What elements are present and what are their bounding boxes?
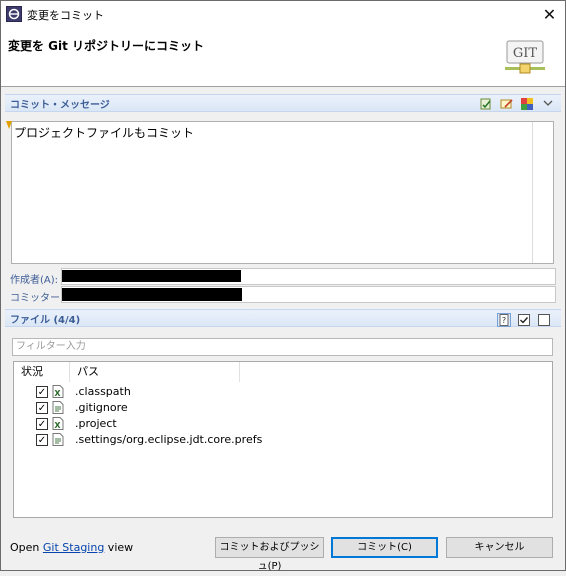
- commit-and-push-button[interactable]: コミットおよびプッシュ(P): [215, 537, 324, 572]
- close-icon: ✕: [542, 5, 557, 24]
- warning-marker-icon: [6, 121, 12, 131]
- file-name: .project: [75, 417, 117, 430]
- change-id-icon[interactable]: [520, 97, 534, 111]
- file-checkbox[interactable]: ✓: [36, 402, 48, 414]
- committer-redaction: [62, 288, 242, 301]
- column-header-status[interactable]: 状況: [14, 362, 70, 382]
- column-header-path[interactable]: パス: [70, 362, 240, 382]
- dialog-heading: 変更を Git リポジトリーにコミット: [8, 39, 205, 53]
- svg-text:X: X: [54, 421, 61, 430]
- amend-icon[interactable]: [500, 97, 514, 111]
- show-untracked-icon[interactable]: ?: [497, 313, 511, 327]
- file-name: .settings/org.eclipse.jdt.core.prefs: [75, 433, 263, 446]
- git-staging-link[interactable]: Git Staging: [43, 541, 104, 554]
- files-section-label: ファイル (4/4): [10, 315, 81, 326]
- table-row[interactable]: ✓ X .classpath: [14, 384, 552, 400]
- open-suffix: view: [104, 541, 134, 554]
- commit-message-textarea[interactable]: [11, 121, 554, 264]
- table-row[interactable]: ✓ .settings/org.eclipse.jdt.core.prefs: [14, 432, 552, 448]
- xml-file-icon: X: [52, 385, 64, 398]
- file-checkbox[interactable]: ✓: [36, 434, 48, 446]
- close-button[interactable]: ✕: [534, 1, 565, 28]
- text-file-icon: [52, 401, 64, 414]
- author-label: 作成者(A):: [10, 275, 59, 286]
- chevron-down-icon[interactable]: [541, 96, 555, 110]
- open-prefix: Open: [10, 541, 43, 554]
- file-checkbox[interactable]: ✓: [36, 386, 48, 398]
- files-section-bar: [5, 309, 561, 327]
- table-row[interactable]: ✓ X .project: [14, 416, 552, 432]
- svg-text:X: X: [54, 389, 61, 398]
- svg-text:?: ?: [502, 316, 506, 325]
- git-logo-text: GIT: [513, 46, 538, 61]
- file-name: .classpath: [75, 385, 131, 398]
- cancel-button[interactable]: キャンセル: [446, 537, 553, 558]
- commit-button[interactable]: コミット(C): [331, 537, 438, 558]
- author-redaction: [62, 270, 241, 282]
- open-staging-text: Open Git Staging view: [10, 541, 133, 554]
- signed-off-icon[interactable]: [480, 97, 494, 111]
- deselect-all-icon[interactable]: [537, 313, 551, 327]
- table-row[interactable]: ✓ .gitignore: [14, 400, 552, 416]
- commit-message-section-label: コミット・メッセージ: [10, 100, 110, 111]
- select-all-icon[interactable]: [517, 313, 531, 327]
- file-name: .gitignore: [75, 401, 128, 414]
- git-logo-icon: GIT: [505, 39, 545, 77]
- text-file-icon: [52, 433, 64, 446]
- xml-file-icon: X: [52, 417, 64, 430]
- commit-message-text: プロジェクトファイルもコミット: [14, 126, 195, 140]
- file-checkbox[interactable]: ✓: [36, 418, 48, 430]
- filter-input[interactable]: フィルター入力: [12, 338, 553, 356]
- committer-label: コミッター:: [10, 293, 64, 304]
- window-title: 変更をコミット: [27, 9, 104, 22]
- eclipse-app-icon: [6, 6, 22, 22]
- message-scrollbar[interactable]: [532, 122, 553, 263]
